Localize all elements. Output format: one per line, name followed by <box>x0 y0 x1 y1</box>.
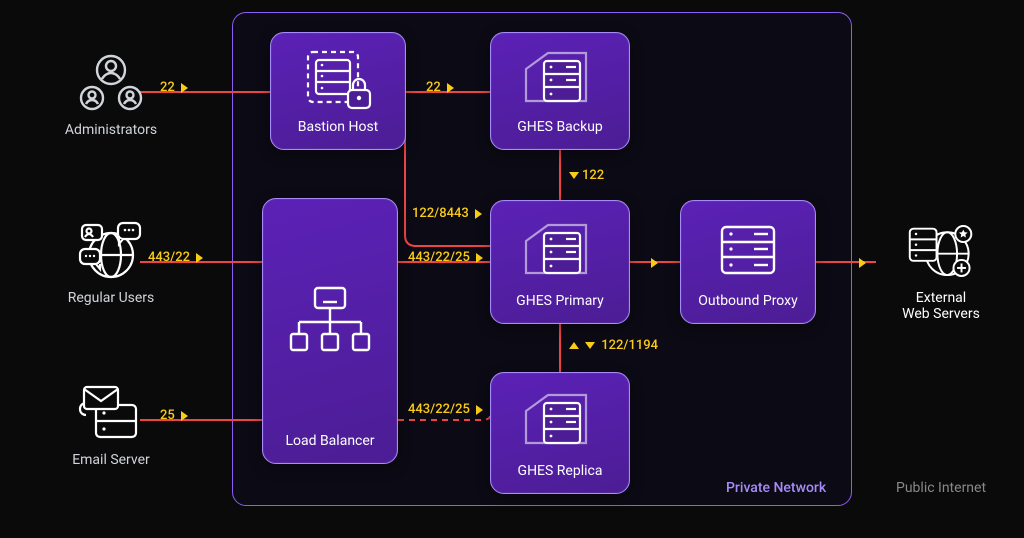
node-lb: Load Balancer <box>262 198 398 464</box>
edge-bastion-primary-label: 122/8443 <box>412 206 485 221</box>
actor-regular-users: Regular Users <box>46 218 176 306</box>
node-backup: GHES Backup <box>490 32 630 150</box>
primary-icon <box>499 211 621 289</box>
private-network-label: Private Network <box>726 480 826 496</box>
node-backup-label: GHES Backup <box>517 119 603 135</box>
node-primary-label: GHES Primary <box>516 293 604 309</box>
node-lb-label: Load Balancer <box>285 433 374 449</box>
node-bastion: Bastion Host <box>270 32 406 150</box>
node-proxy-label: Outbound Proxy <box>698 293 797 309</box>
node-proxy: Outbound Proxy <box>680 200 816 324</box>
replica-icon <box>499 383 621 459</box>
admins-icon <box>78 50 144 116</box>
node-bastion-label: Bastion Host <box>298 119 379 135</box>
actor-email-label: Email Server <box>46 452 176 468</box>
public-internet-label: Public Internet <box>896 480 986 496</box>
node-replica: GHES Replica <box>490 372 630 494</box>
actor-external-label: External Web Servers <box>866 290 1016 322</box>
edge-backup-primary-label: 122 <box>566 168 604 183</box>
node-primary: GHES Primary <box>490 200 630 324</box>
backup-icon <box>499 43 621 115</box>
actor-email-server: Email Server <box>46 380 176 468</box>
actor-external-web: External Web Servers <box>866 218 1016 322</box>
edge-primary-replica-label: 122/1194 <box>566 338 658 353</box>
edge-primary-proxy-arrow <box>648 255 661 270</box>
email-server-icon <box>78 380 144 446</box>
actor-admins-label: Administrators <box>46 122 176 138</box>
globe-users-icon <box>78 218 144 284</box>
edge-lb-replica-label: 443/22/25 <box>408 402 486 417</box>
bastion-icon <box>279 43 397 115</box>
lb-icon <box>271 209 389 429</box>
actor-admins: Administrators <box>46 50 176 138</box>
proxy-icon <box>689 211 807 289</box>
actor-regular-label: Regular Users <box>46 290 176 306</box>
external-web-icon <box>908 218 974 284</box>
edge-lb-primary-label: 443/22/25 <box>408 250 486 265</box>
node-replica-label: GHES Replica <box>518 463 603 479</box>
edge-bastion-backup-label: 22 <box>426 80 457 95</box>
